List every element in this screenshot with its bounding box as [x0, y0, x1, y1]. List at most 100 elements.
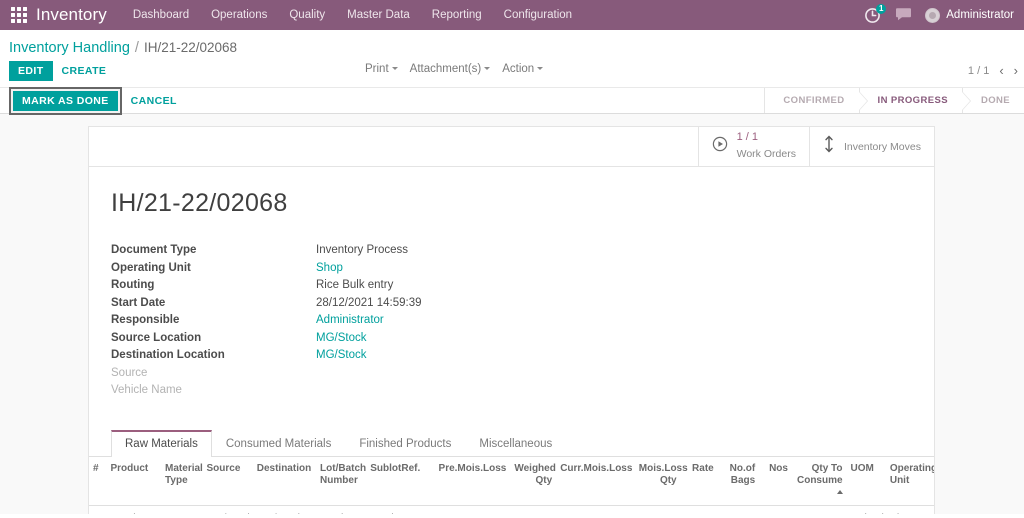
breadcrumb-parent-link[interactable]: Inventory Handling — [9, 40, 130, 56]
field-label-document-type: Document Type — [111, 244, 197, 256]
work-orders-count: 1 / 1 — [736, 130, 759, 143]
cell-seq: 1 — [89, 505, 107, 514]
col-qty-to-consume-label: Qty To Consume — [796, 462, 843, 486]
menu-item-master-data[interactable]: Master Data — [347, 9, 410, 21]
col-curr-mois-loss[interactable]: Curr.Mois.Loss — [556, 456, 635, 506]
stat-button-work-orders[interactable]: 1 / 1 Work Orders — [697, 127, 809, 166]
cancel-button[interactable]: CANCEL — [122, 91, 186, 111]
lines-table-wrapper: # Product Material Type Source Destinati… — [89, 456, 934, 514]
col-no-of-bags[interactable]: No.of Bags — [717, 456, 760, 506]
field-value-operating-unit[interactable]: Shop — [316, 262, 343, 274]
col-lot-batch-number[interactable]: Lot/Batch Number — [316, 456, 367, 506]
menu-item-configuration[interactable]: Configuration — [504, 9, 572, 21]
breadcrumb-current: IH/21-22/02068 — [143, 40, 238, 55]
create-button[interactable]: CREATE — [53, 61, 116, 81]
col-pre-mois-loss[interactable]: Pre.Mois.Loss — [433, 456, 511, 506]
statusbar: CONFIRMED IN PROGRESS DONE — [764, 88, 1024, 113]
col-destination[interactable]: Destination — [252, 456, 317, 506]
pager-next-icon[interactable]: › — [1014, 63, 1018, 78]
field-row-vehicle-name: Vehicle Name — [111, 384, 912, 402]
field-row-routing: Routing Rice Bulk entry — [111, 279, 912, 297]
chat-bubble-icon[interactable] — [895, 7, 912, 23]
field-label-source: Source — [111, 366, 148, 379]
print-label: Print — [365, 63, 389, 75]
menu-item-quality[interactable]: Quality — [289, 9, 325, 21]
menu-item-operations[interactable]: Operations — [211, 9, 267, 21]
cell-rate: 600.00 — [680, 505, 718, 514]
cell-lot-batch-number: Batch - 0000019 — [316, 505, 367, 514]
cell-source: MG/Stock — [202, 505, 253, 514]
cell-destination: MG/Stock — [252, 505, 317, 514]
field-value-destination-location[interactable]: MG/Stock — [316, 349, 366, 361]
col-source[interactable]: Source — [202, 456, 253, 506]
stage-in-progress[interactable]: IN PROGRESS — [858, 88, 972, 113]
field-label-routing: Routing — [111, 279, 155, 291]
chevron-down-icon — [391, 67, 398, 71]
field-label-responsible: Responsible — [111, 314, 180, 326]
stage-confirmed[interactable]: CONFIRMED — [764, 88, 868, 113]
field-value-routing: Rice Bulk entry — [316, 279, 394, 291]
col-operating-unit[interactable]: Operating Unit — [885, 456, 934, 506]
edit-button[interactable]: EDIT — [9, 61, 53, 81]
tab-raw-materials[interactable]: Raw Materials — [111, 429, 212, 457]
field-row-operating-unit: Operating Unit Shop — [111, 262, 912, 280]
user-name-label: Administrator — [946, 9, 1014, 21]
field-row-document-type: Document Type Inventory Process — [111, 244, 912, 262]
table-header-row: # Product Material Type Source Destinati… — [89, 456, 934, 506]
main-menu: Dashboard Operations Quality Master Data… — [133, 9, 864, 21]
activity-count-badge: 1 — [876, 3, 887, 14]
pager-counter: 1 / 1 — [967, 64, 990, 77]
notebook-tabs: Raw Materials Consumed Materials Finishe… — [89, 429, 934, 457]
stage-done[interactable]: DONE — [961, 88, 1024, 113]
record-fields: Document Type Inventory Process Operatin… — [111, 244, 912, 402]
breadcrumb-separator: / — [134, 40, 139, 56]
col-mois-loss-qty[interactable]: Mois.Loss Qty — [634, 456, 688, 506]
mark-as-done-button[interactable]: MARK AS DONE — [13, 90, 118, 111]
user-menu[interactable]: Administrator — [925, 7, 1014, 23]
col-uom[interactable]: UOM — [846, 456, 886, 506]
menu-item-dashboard[interactable]: Dashboard — [133, 9, 189, 21]
cell-operating-unit: Shop — [885, 505, 934, 514]
apps-grid-icon[interactable] — [10, 6, 28, 24]
clock-activity-icon[interactable]: 1 — [864, 3, 887, 24]
col-material-type[interactable]: Material Type — [161, 456, 203, 506]
cell-pre-mois-loss: 0.00 — [433, 505, 511, 514]
field-value-start-date: 28/12/2021 14:59:39 — [316, 296, 422, 309]
pager-previous-icon[interactable]: ‹ — [999, 63, 1003, 78]
sort-asc-icon — [836, 489, 843, 494]
field-label-operating-unit: Operating Unit — [111, 261, 191, 274]
col-sublot-ref[interactable]: SublotRef. — [366, 456, 434, 506]
field-label-source-location: Source Location — [111, 331, 202, 344]
stat-button-inventory-moves[interactable]: Inventory Moves — [808, 127, 934, 166]
field-value-source-location[interactable]: MG/Stock — [316, 332, 366, 344]
app-brand-inventory[interactable]: Inventory — [36, 5, 107, 25]
field-label-vehicle-name: Vehicle Name — [111, 384, 182, 396]
table-row[interactable]: 1 newrice 25kg MG/Stock MG/Stock Batch -… — [89, 505, 934, 514]
tab-consumed-materials[interactable]: Consumed Materials — [212, 430, 345, 457]
field-value-document-type: Inventory Process — [316, 244, 409, 256]
menu-item-reporting[interactable]: Reporting — [432, 9, 482, 21]
control-panel-dropdowns: Print Attachment(s) Action — [365, 63, 544, 75]
cell-no-of-bags: 20.00 — [717, 505, 760, 514]
field-value-responsible[interactable]: Administrator — [316, 314, 384, 326]
cell-mois-loss-qty: 0.00 — [634, 505, 681, 514]
navbar-right-tools: 1 Administrator — [864, 3, 1016, 24]
col-qty-to-consume[interactable]: Qty To Consume — [791, 456, 847, 506]
mark-as-done-focus-ring: MARK AS DONE — [9, 86, 122, 115]
print-dropdown[interactable]: Print — [365, 63, 398, 75]
field-label-destination-location: Destination Location — [111, 349, 225, 361]
chevron-down-icon — [484, 67, 491, 71]
attachments-dropdown[interactable]: Attachment(s) — [410, 63, 491, 75]
cell-qty-to-consume: 5.000 — [791, 505, 847, 514]
cell-material-type — [161, 505, 203, 514]
tab-miscellaneous[interactable]: Miscellaneous — [465, 430, 566, 457]
col-product[interactable]: Product — [106, 456, 162, 506]
col-nos[interactable]: Nos — [759, 456, 792, 506]
col-weighed-qty[interactable]: Weighed Qty — [510, 456, 557, 506]
action-label: Action — [502, 63, 535, 75]
action-dropdown[interactable]: Action — [502, 63, 544, 75]
col-seq[interactable]: # — [89, 456, 107, 506]
cell-sublot-ref: Batch - 0000019/1/1 — [366, 505, 434, 514]
field-label-start-date: Start Date — [111, 296, 166, 309]
tab-finished-products[interactable]: Finished Products — [345, 430, 465, 457]
